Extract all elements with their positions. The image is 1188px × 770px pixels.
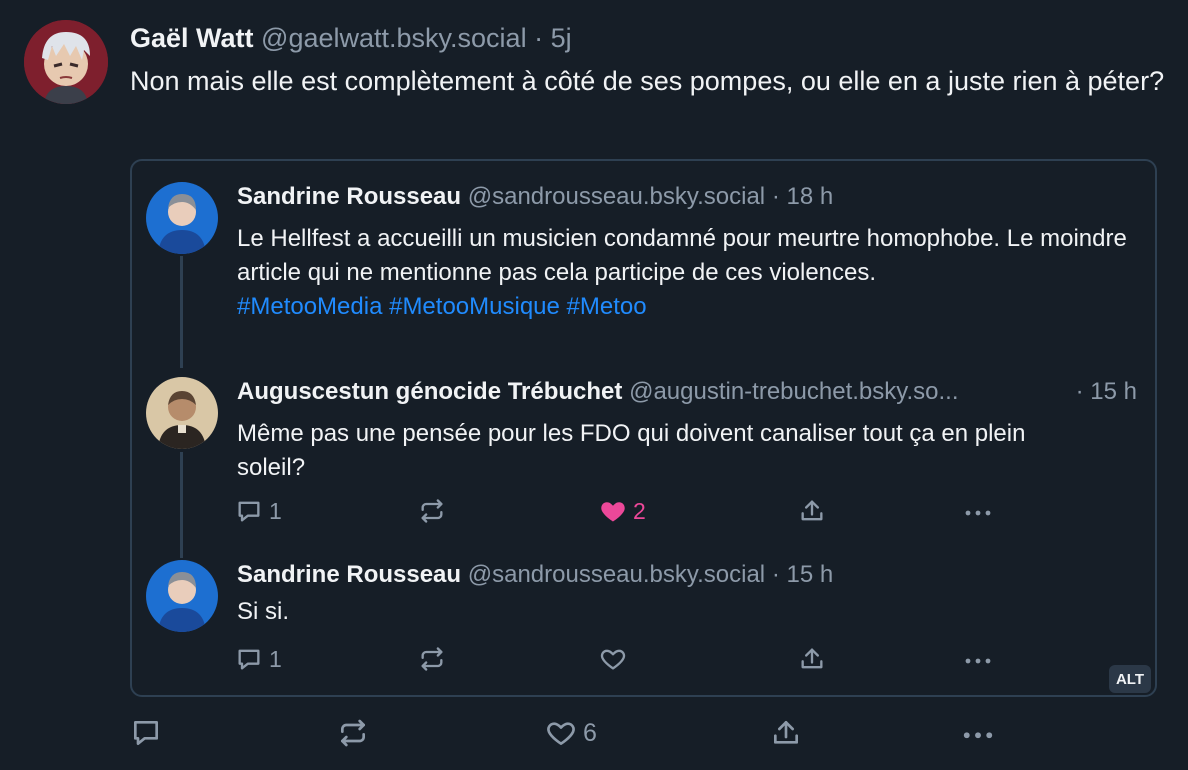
reply-count: 1: [269, 497, 282, 524]
thread-line: [180, 256, 183, 368]
post-time[interactable]: 5j: [551, 23, 572, 53]
more-options-button[interactable]: [962, 645, 994, 673]
repost-button[interactable]: [417, 497, 447, 525]
separator: ·: [534, 23, 544, 53]
author-handle[interactable]: @sandrousseau.bsky.social: [468, 561, 765, 588]
like-button[interactable]: [599, 645, 627, 673]
author-avatar[interactable]: [24, 20, 108, 104]
author-name[interactable]: Auguscestun génocide Trébuchet: [237, 378, 622, 405]
author-name[interactable]: Gaël Watt: [130, 23, 254, 53]
heart-icon: [547, 722, 575, 745]
post-text: Non mais elle est complètement à côté de…: [130, 66, 1165, 96]
reply-button[interactable]: 1: [235, 497, 282, 525]
author-name[interactable]: Sandrine Rousseau: [237, 183, 461, 210]
share-button[interactable]: [798, 645, 826, 673]
thread-line: [180, 452, 183, 558]
share-button[interactable]: [798, 497, 826, 525]
repost-button[interactable]: [336, 717, 370, 749]
share-icon: [774, 721, 798, 744]
more-icon: [965, 510, 991, 516]
like-button[interactable]: 6: [545, 717, 597, 749]
author-handle[interactable]: @gaelwatt.bsky.social: [261, 23, 527, 53]
reply-icon: [134, 721, 158, 745]
author-name[interactable]: Sandrine Rousseau: [237, 561, 461, 588]
post-body: Le Hellfest a accueilli un musicien cond…: [237, 225, 1127, 286]
share-icon: [801, 500, 823, 521]
quoted-post-header: Sandrine Rousseau @sandrousseau.bsky.soc…: [237, 181, 833, 213]
quoted-post-header: Sandrine Rousseau @sandrousseau.bsky.soc…: [237, 559, 833, 591]
hashtag-link[interactable]: #MetooMusique: [389, 293, 560, 320]
reply-count: 1: [269, 645, 282, 672]
author-handle[interactable]: @augustin-trebuchet.bsky.so...: [629, 378, 958, 405]
quoted-post-text: Si si.: [237, 598, 290, 625]
more-options-button[interactable]: [962, 497, 994, 525]
repost-icon: [341, 719, 365, 747]
like-count: 6: [583, 718, 597, 747]
quoted-post-text: Même pas une pensée pour les FDO qui doi…: [237, 420, 1026, 481]
author-handle[interactable]: @sandrousseau.bsky.social: [468, 183, 765, 210]
like-button[interactable]: 2: [599, 497, 646, 525]
share-icon: [801, 648, 823, 669]
quoted-post-text: Le Hellfest a accueilli un musicien cond…: [237, 222, 1137, 324]
avatar-sandrine-rousseau[interactable]: [146, 182, 218, 254]
repost-icon: [421, 499, 443, 523]
more-options-button[interactable]: [960, 717, 996, 749]
hashtag-link[interactable]: #MetooMedia: [237, 293, 382, 320]
post-header: Gaël Watt @gaelwatt.bsky.social · 5j: [130, 20, 572, 56]
reply-icon: [238, 501, 260, 522]
alt-text-badge[interactable]: ALT: [1109, 665, 1151, 693]
reply-icon: [238, 649, 260, 670]
avatar-augustin-trebuchet[interactable]: [146, 377, 218, 449]
post-time[interactable]: · 15 h: [1076, 376, 1137, 408]
heart-icon: [600, 649, 626, 670]
like-count: 2: [633, 497, 646, 524]
reply-button[interactable]: [130, 717, 162, 749]
quoted-post-header: Auguscestun génocide Trébuchet @augustin…: [237, 376, 1137, 408]
repost-icon: [421, 647, 443, 671]
more-icon: [963, 732, 993, 739]
share-button[interactable]: [770, 717, 802, 749]
avatar-sandrine-rousseau[interactable]: [146, 560, 218, 632]
post-time[interactable]: · 18 h: [772, 183, 833, 210]
more-icon: [965, 658, 991, 664]
reply-button[interactable]: 1: [235, 645, 282, 673]
hashtag-link[interactable]: #Metoo: [567, 293, 647, 320]
post-time[interactable]: · 15 h: [772, 561, 833, 588]
heart-icon: [601, 502, 625, 522]
repost-button[interactable]: [417, 645, 447, 673]
